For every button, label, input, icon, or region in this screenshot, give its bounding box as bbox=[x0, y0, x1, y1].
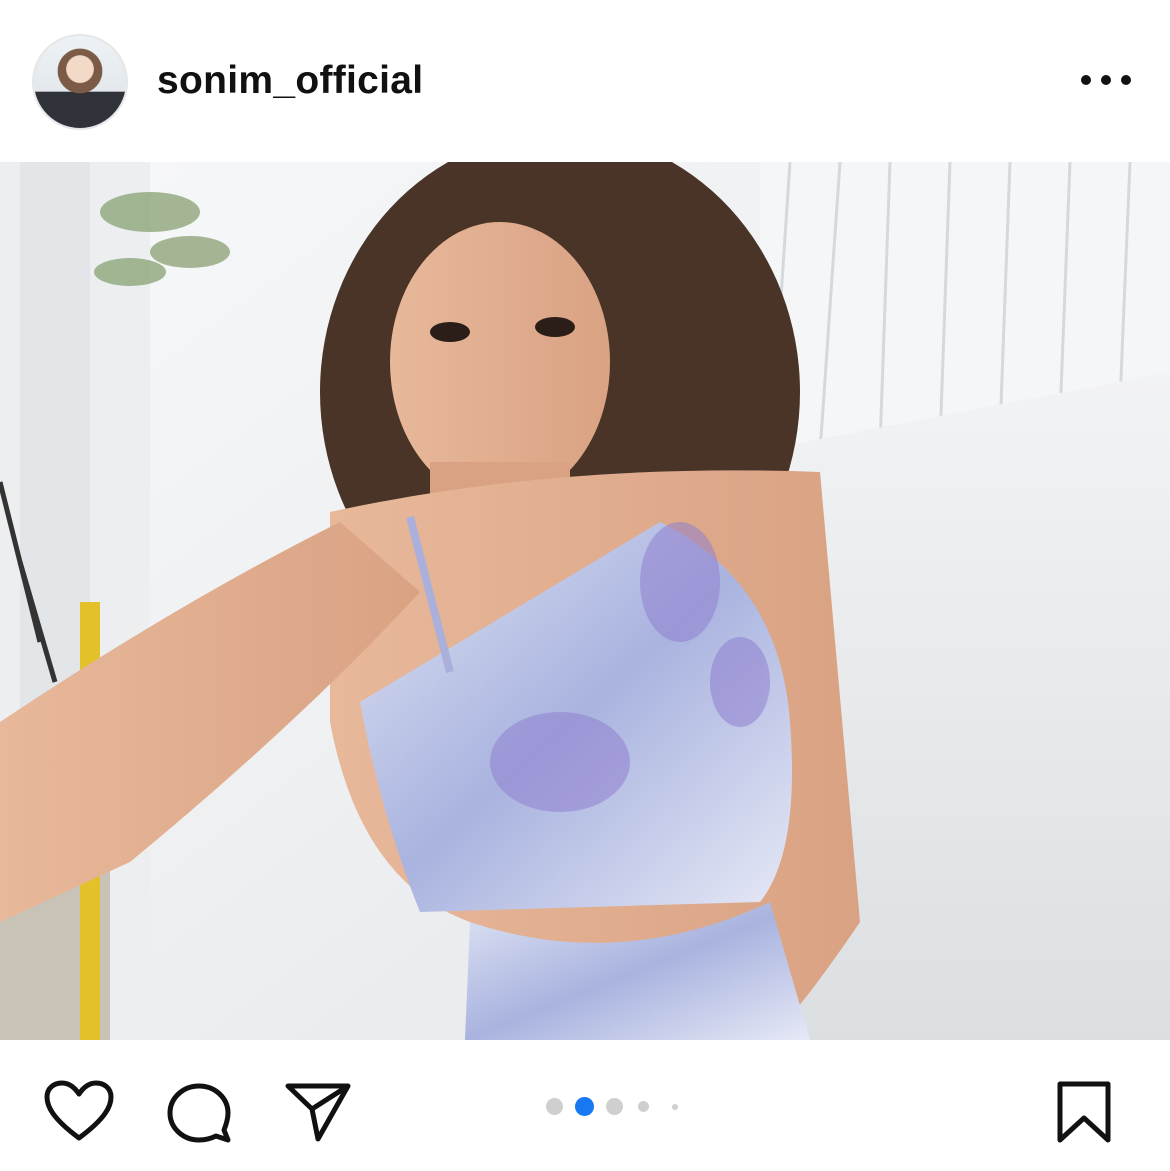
carousel-dot bbox=[546, 1098, 563, 1115]
carousel-indicator bbox=[540, 1093, 690, 1119]
avatar[interactable] bbox=[32, 34, 128, 130]
username[interactable]: sonim_official bbox=[157, 58, 423, 104]
post-photo[interactable] bbox=[0, 162, 1170, 1040]
paper-plane-icon bbox=[285, 1083, 351, 1142]
more-horizontal-icon bbox=[1081, 75, 1131, 85]
carousel-dot bbox=[672, 1104, 678, 1110]
more-options-button[interactable] bbox=[1078, 68, 1134, 92]
carousel-dot-active bbox=[575, 1097, 594, 1116]
save-button[interactable] bbox=[1056, 1080, 1112, 1144]
comment-button[interactable] bbox=[166, 1082, 232, 1144]
heart-icon bbox=[44, 1080, 114, 1141]
carousel-dot bbox=[606, 1098, 623, 1115]
post-actions-bar bbox=[0, 1040, 1170, 1171]
like-button[interactable] bbox=[44, 1080, 114, 1142]
post-header: sonim_official bbox=[0, 0, 1170, 162]
comment-bubble-icon bbox=[167, 1083, 231, 1143]
share-button[interactable] bbox=[284, 1082, 352, 1142]
carousel-dot bbox=[638, 1101, 649, 1112]
photo-content bbox=[0, 162, 1170, 1040]
bookmark-icon bbox=[1057, 1081, 1111, 1143]
